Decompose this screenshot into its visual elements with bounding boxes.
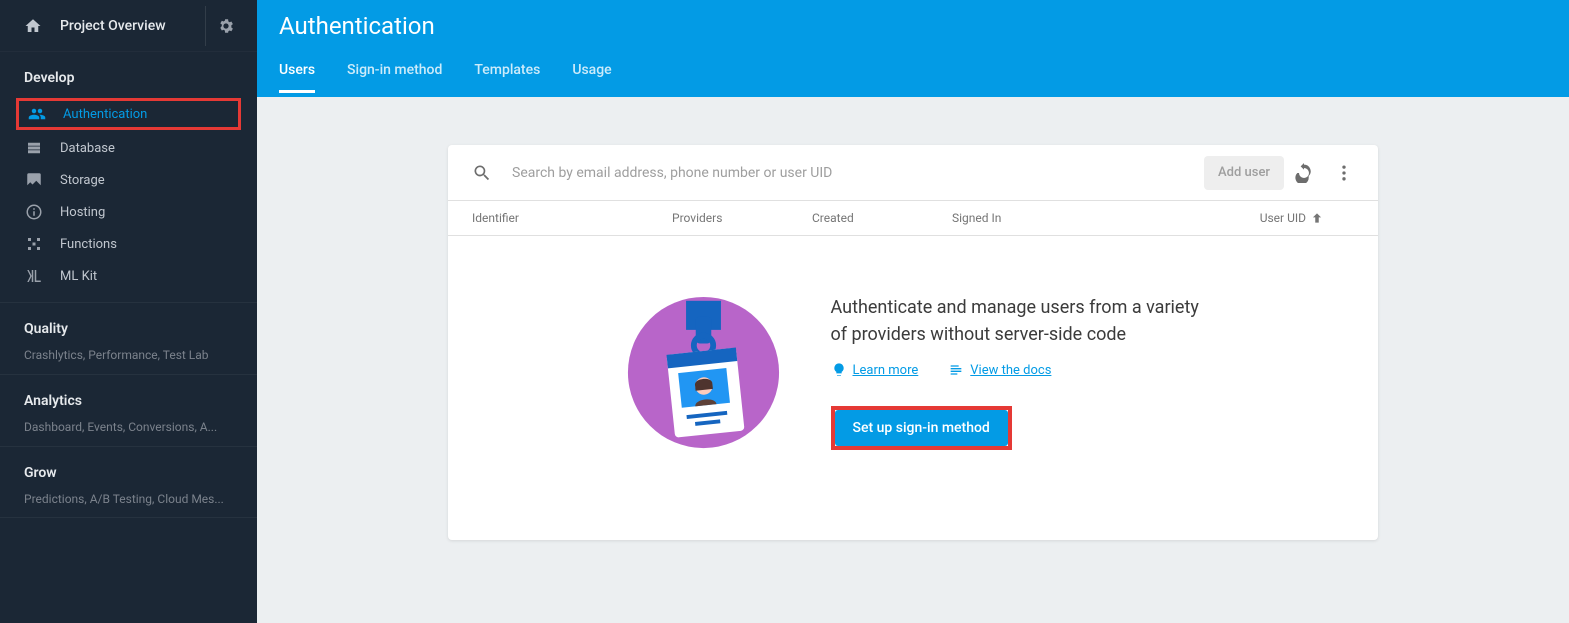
section-grow[interactable]: Grow Predictions, A/B Testing, Cloud Mes… [0,447,257,519]
tab-templates[interactable]: Templates [474,62,540,93]
globe-icon [24,203,44,221]
section-grow-title: Grow [0,465,257,489]
content: Add user Identifier Providers Created Si… [257,97,1569,623]
section-quality-title: Quality [0,321,257,345]
refresh-icon [1294,163,1314,183]
section-analytics-sub: Dashboard, Events, Conversions, A... [0,417,257,436]
col-identifier[interactable]: Identifier [472,211,672,225]
view-docs-label: View the docs [970,363,1051,378]
col-created[interactable]: Created [812,211,952,225]
empty-text: Authenticate and manage users from a var… [831,294,1201,450]
page-title: Authentication [279,12,1569,40]
highlight-authentication: Authentication [16,98,241,130]
add-user-button[interactable]: Add user [1204,156,1284,190]
empty-illustration [626,295,781,450]
section-analytics-title: Analytics [0,393,257,417]
sidebar-item-database[interactable]: Database [0,132,257,164]
sidebar-item-functions[interactable]: Functions [0,228,257,260]
col-signed-in[interactable]: Signed In [952,211,1092,225]
section-develop: Develop Authentication Database Storage … [0,52,257,303]
sidebar-item-label: Functions [60,237,117,252]
home-icon [24,17,42,35]
section-quality[interactable]: Quality Crashlytics, Performance, Test L… [0,303,257,375]
col-user-uid[interactable]: User UID [1092,211,1354,225]
search-input[interactable] [512,165,1192,181]
col-providers[interactable]: Providers [672,211,812,225]
sidebar-item-label: Storage [60,173,105,188]
sidebar-item-hosting[interactable]: Hosting [0,196,257,228]
tab-users[interactable]: Users [279,62,315,93]
gear-icon [217,17,235,35]
tab-usage[interactable]: Usage [572,62,611,93]
docs-icon [948,362,964,378]
bulb-icon [831,362,847,378]
sidebar: Project Overview Develop Authentication … [0,0,257,623]
view-docs-link[interactable]: View the docs [948,362,1051,378]
sidebar-item-label: Database [60,141,115,156]
learn-more-link[interactable]: Learn more [831,362,919,378]
col-user-uid-label: User UID [1260,211,1306,225]
sidebar-item-storage[interactable]: Storage [0,164,257,196]
people-icon [27,105,47,123]
settings-button[interactable] [205,6,245,46]
section-quality-sub: Crashlytics, Performance, Test Lab [0,345,257,364]
section-grow-sub: Predictions, A/B Testing, Cloud Mes... [0,489,257,508]
tab-sign-in-method[interactable]: Sign-in method [347,62,442,93]
sidebar-item-label: Authentication [63,107,147,122]
sidebar-top[interactable]: Project Overview [0,0,257,52]
tabs: Users Sign-in method Templates Usage [279,62,1569,93]
arrow-up-icon [1310,211,1324,225]
storage-icon [24,171,44,189]
sidebar-item-mlkit[interactable]: ML Kit [0,260,257,292]
refresh-button[interactable] [1284,153,1324,193]
sidebar-item-authentication[interactable]: Authentication [19,101,238,127]
more-vert-icon [1334,163,1354,183]
section-develop-title: Develop [0,70,257,94]
header: Authentication Users Sign-in method Temp… [257,0,1569,97]
search-icon [472,163,492,183]
project-overview-label: Project Overview [60,18,205,34]
empty-title: Authenticate and manage users from a var… [831,294,1201,348]
mlkit-icon [24,267,44,285]
users-panel: Add user Identifier Providers Created Si… [448,145,1378,540]
sidebar-item-label: ML Kit [60,269,97,284]
database-icon [24,139,44,157]
toolbar: Add user [448,145,1378,201]
highlight-setup-signin: Set up sign-in method [831,406,1012,450]
table-header: Identifier Providers Created Signed In U… [448,201,1378,236]
functions-icon [24,235,44,253]
section-analytics[interactable]: Analytics Dashboard, Events, Conversions… [0,375,257,447]
more-button[interactable] [1324,153,1364,193]
main: Authentication Users Sign-in method Temp… [257,0,1569,623]
learn-more-label: Learn more [853,363,919,378]
setup-signin-button[interactable]: Set up sign-in method [835,410,1008,446]
sidebar-item-label: Hosting [60,205,105,220]
empty-state: Authenticate and manage users from a var… [448,236,1378,540]
